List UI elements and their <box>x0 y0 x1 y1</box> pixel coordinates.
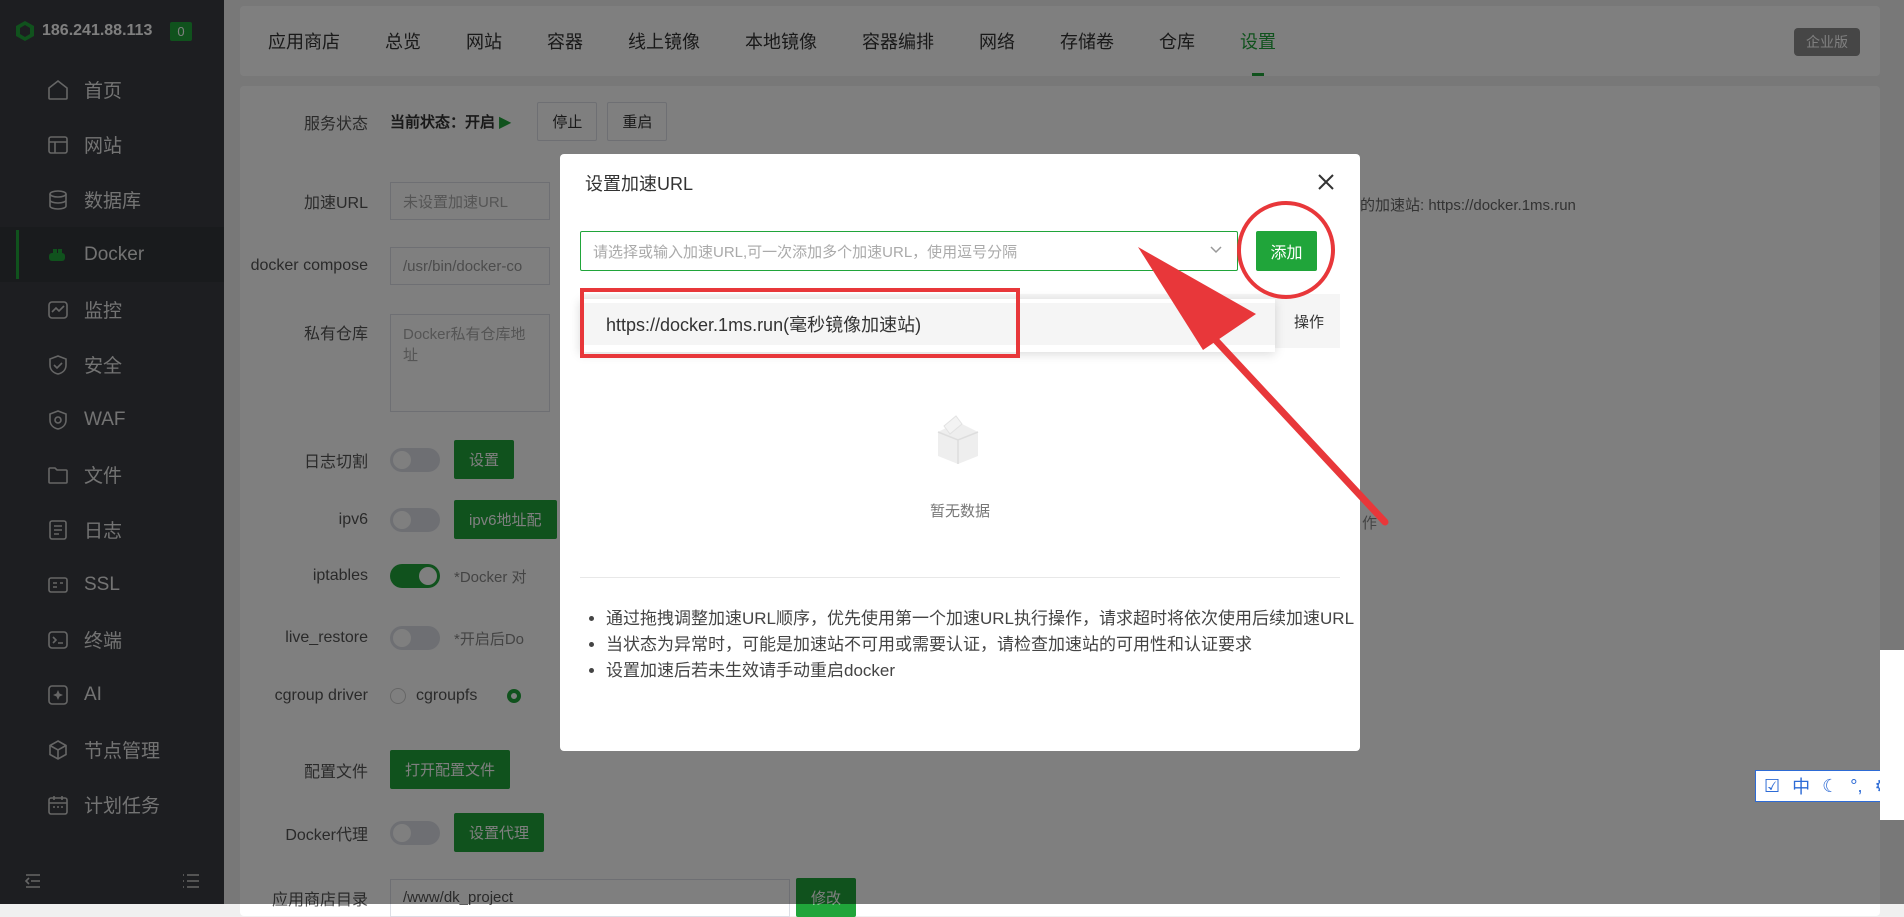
divider <box>580 577 1340 578</box>
dialog-title: 设置加速URL <box>585 174 694 194</box>
ai-assistant-side[interactable] <box>1880 650 1904 820</box>
notes-list: 通过拖拽调整加速URL顺序，优先使用第一个加速URL执行操作，请求超时将依次使用… <box>586 606 1356 684</box>
note-item: 当状态为异常时，可能是加速站不可用或需要认证，请检查加速站的可用性和认证要求 <box>606 632 1356 658</box>
accel-url-select[interactable]: 请选择或输入加速URL,可一次添加多个加速URL，使用逗号分隔 <box>580 231 1238 271</box>
ime-lang[interactable]: 中 <box>1792 773 1810 799</box>
note-item: 设置加速后若未生效请手动重启docker <box>606 658 1356 684</box>
highlight-circle <box>1237 201 1335 299</box>
ime-checkbox-icon[interactable]: ☑ <box>1764 776 1780 797</box>
empty-box-icon <box>937 415 979 464</box>
close-icon[interactable] <box>1314 170 1338 194</box>
empty-text: 暂无数据 <box>929 503 990 520</box>
chevron-down-icon[interactable] <box>1209 242 1223 256</box>
highlight-box <box>580 288 1020 358</box>
table-header-operation: 操作 <box>1293 314 1324 331</box>
note-item: 通过拖拽调整加速URL顺序，优先使用第一个加速URL执行操作，请求超时将依次使用… <box>606 606 1356 632</box>
accel-url-placeholder: 请选择或输入加速URL,可一次添加多个加速URL，使用逗号分隔 <box>593 243 1018 261</box>
moon-icon[interactable]: ☾ <box>1822 776 1838 797</box>
punctuation-icon[interactable]: °, <box>1850 776 1862 797</box>
